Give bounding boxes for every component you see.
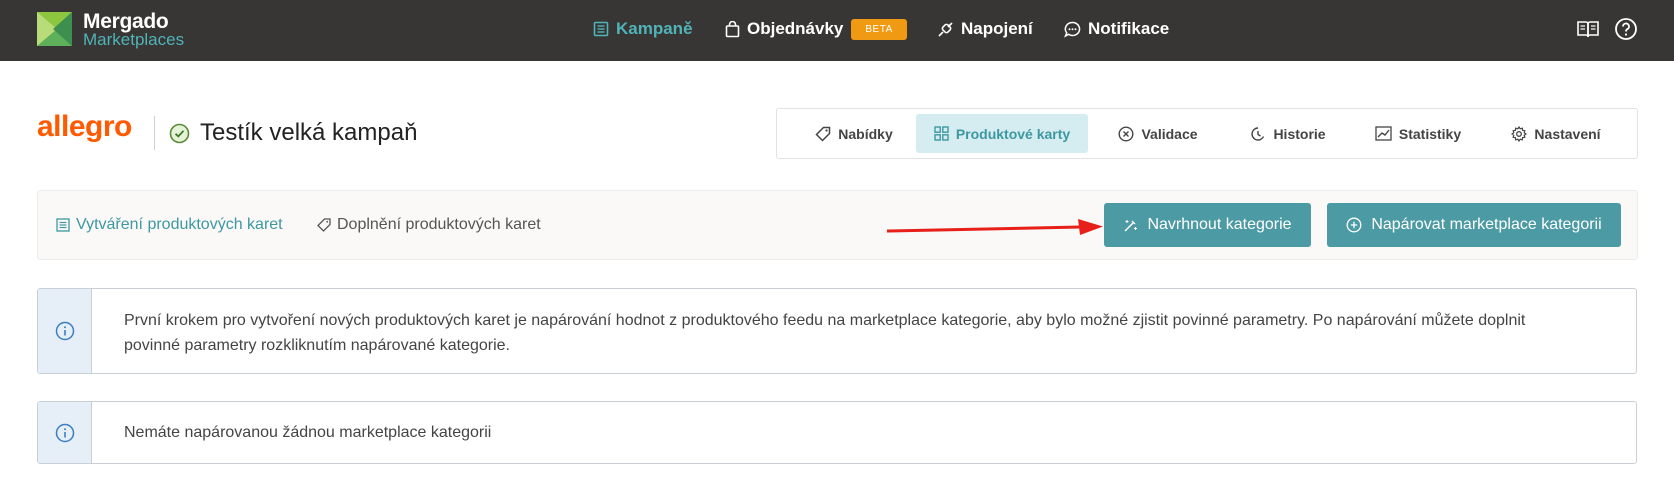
tab-offers[interactable]: Nabídky — [795, 114, 913, 153]
annotation-arrow-icon — [886, 219, 1103, 235]
book-icon[interactable] — [1576, 17, 1600, 41]
magic-wand-icon — [1124, 219, 1138, 232]
campaign-title: Testík velká kampaň — [169, 117, 417, 149]
nav-connections[interactable]: Napojení — [937, 0, 1033, 58]
tab-statistics-label: Statistiky — [1398, 125, 1462, 142]
tab-statistics[interactable]: Statistiky — [1353, 114, 1483, 153]
info-icon — [55, 423, 74, 442]
info-icon — [55, 321, 74, 341]
subnav-create-cards[interactable]: Vytváření produktových karet — [56, 191, 283, 259]
subnav-complete-cards-label: Doplnění produktových karet — [337, 216, 541, 233]
info-intro-line-2: povinné parametry rozkliknutím napárovan… — [124, 337, 510, 354]
tab-offers-label: Nabídky — [838, 125, 893, 142]
top-navigation-bar: Mergado Marketplaces Kampaně Objednávky … — [0, 0, 1674, 61]
tab-history-label: Historie — [1273, 125, 1326, 142]
header-divider — [154, 116, 155, 150]
nav-orders[interactable]: Objednávky BETA — [725, 0, 907, 58]
x-circle-icon — [1118, 125, 1134, 142]
nav-campaigns-label: Kampaně — [616, 19, 693, 38]
chat-bubble-icon — [1064, 21, 1081, 38]
nav-campaigns[interactable]: Kampaně — [593, 0, 693, 58]
nav-connections-label: Napojení — [961, 19, 1033, 38]
info-box-empty: Nemáte napárovanou žádnou marketplace ka… — [37, 401, 1637, 464]
tab-validation[interactable]: Validace — [1097, 114, 1219, 153]
plus-circle-icon — [1346, 217, 1362, 233]
tab-product-cards-label: Produktové karty — [955, 125, 1071, 142]
nav-notifications-label: Notifikace — [1088, 19, 1170, 38]
info-box-sidebar — [38, 402, 92, 463]
grid-icon — [934, 126, 949, 141]
chart-icon — [1375, 126, 1392, 141]
beta-badge: BETA — [851, 18, 907, 40]
tag-icon — [815, 126, 831, 142]
campaign-title-text: Testík velká kampaň — [200, 119, 418, 146]
tab-validation-label: Validace — [1141, 125, 1198, 142]
product-cards-toolbar: Vytváření produktových karet Doplnění pr… — [37, 190, 1638, 260]
tab-product-cards[interactable]: Produktové karty — [916, 114, 1088, 153]
history-icon — [1251, 126, 1265, 141]
tab-history[interactable]: Historie — [1233, 114, 1343, 153]
nav-orders-label: Objednávky — [747, 19, 844, 38]
gear-icon — [1511, 125, 1528, 142]
marketplace-brand-logo: allegro — [37, 110, 132, 143]
campaign-tabs: Nabídky Produktové karty Validace Histor… — [776, 108, 1638, 159]
info-box-sidebar — [38, 289, 92, 373]
plug-icon — [938, 21, 953, 37]
pair-categories-label: Napárovat marketplace kategorii — [1371, 216, 1602, 233]
nav-notifications[interactable]: Notifikace — [1064, 0, 1169, 58]
suggest-categories-label: Navrhnout kategorie — [1147, 216, 1292, 233]
list-icon — [56, 218, 70, 232]
mergado-logo-icon — [37, 12, 72, 46]
app-subname: Marketplaces — [83, 30, 185, 49]
info-intro-text: První krokem pro vytvoření nových produk… — [124, 308, 1576, 358]
tab-settings-label: Nastavení — [1534, 125, 1601, 142]
tab-settings[interactable]: Nastavení — [1491, 114, 1621, 153]
subnav-complete-cards[interactable]: Doplnění produktových karet — [317, 191, 541, 259]
info-intro-line-1: První krokem pro vytvoření nových produk… — [124, 312, 1526, 329]
list-icon — [593, 21, 609, 37]
help-icon[interactable] — [1614, 17, 1638, 41]
info-box-intro: První krokem pro vytvoření nových produk… — [37, 288, 1637, 374]
app-logo[interactable]: Mergado Marketplaces — [37, 10, 237, 50]
pair-categories-button[interactable]: Napárovat marketplace kategorii — [1327, 203, 1621, 247]
check-circle-icon — [169, 123, 190, 143]
suggest-categories-button[interactable]: Navrhnout kategorie — [1104, 203, 1311, 247]
tag-icon — [317, 218, 331, 232]
info-empty-text: Nemáte napárovanou žádnou marketplace ka… — [124, 424, 492, 441]
shopping-bag-icon — [725, 20, 740, 37]
subnav-create-cards-label: Vytváření produktových karet — [76, 216, 283, 233]
